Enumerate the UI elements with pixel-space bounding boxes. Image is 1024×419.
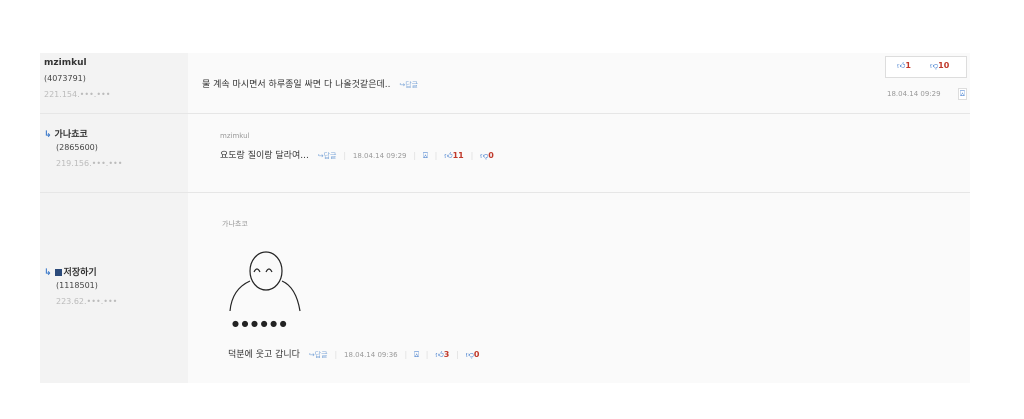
divider: | — [343, 151, 347, 160]
ip-address: 219.156.•••.••• — [56, 159, 123, 168]
ip-address: 221.154.•••.••• — [44, 90, 111, 99]
quoted-author: mzimkul — [220, 132, 250, 140]
downvote-button[interactable]: 👎︎0 — [480, 151, 494, 161]
comment-row: ↳ 가나쵸코 (2865600) 219.156.•••.••• mzimkul … — [40, 114, 970, 192]
upvote-count: 1 — [905, 61, 911, 70]
comment-line: 요도랑 질이랑 달라여... ↪답글 | 18.04.14 09:29 | ⍓ … — [220, 148, 494, 161]
reply-arrow-icon: ↳ — [44, 130, 52, 140]
save-icon — [54, 269, 62, 276]
divider: | — [470, 151, 474, 160]
comment-text: 물 계속 마시면서 하루종일 싸면 다 나올것같은데.. ↪답글 — [202, 77, 418, 90]
user-id: (2865600) — [56, 143, 98, 152]
divider: | — [425, 350, 429, 359]
timestamp: 18.04.14 09:36 — [344, 351, 398, 359]
thumbs-down-icon: 👎︎ — [465, 350, 474, 359]
downvote-button[interactable]: 👎︎0 — [466, 350, 480, 360]
timestamp: 18.04.14 09:29 — [352, 152, 407, 160]
doodle-image — [229, 251, 301, 312]
comment-author-panel: mzimkul (4073791) 221.154.•••.••• — [40, 53, 188, 113]
upvote-count: 11 — [452, 151, 464, 160]
divider: | — [413, 151, 417, 160]
user-id: (4073791) — [44, 74, 86, 83]
reply-arrow-icon: ↳ — [44, 268, 52, 278]
reply-link[interactable]: ↪답글 — [309, 351, 328, 359]
comment-author-panel: ↳ 저장하기 (1118501) 223.62.•••.••• — [40, 193, 188, 383]
comment-text-content: 요도랑 질이랑 달라여... — [220, 151, 309, 161]
reply-link[interactable]: ↪답글 — [318, 152, 337, 160]
downvote-count: 0 — [473, 350, 480, 359]
upvote-count: 3 — [443, 350, 450, 359]
comment-text-content: 물 계속 마시면서 하루종일 싸면 다 나올것같은데.. — [202, 80, 391, 90]
comment-row: ↳ 저장하기 (1118501) 223.62.•••.••• 가나쵸코 ● ● … — [40, 193, 970, 383]
upvote-button[interactable]: 👍︎3 — [435, 350, 449, 360]
nickname[interactable]: mzimkul — [44, 58, 87, 68]
nickname-text: 저장하기 — [63, 268, 97, 278]
nickname-text: 가나쵸코 — [54, 130, 88, 140]
vote-box: 👍︎1 👎︎10 — [885, 56, 967, 78]
ip-address: 223.62.•••.••• — [56, 297, 118, 306]
divider: | — [334, 350, 338, 359]
user-id: (1118501) — [56, 281, 98, 290]
thumbs-up-icon: 👍︎ — [435, 350, 444, 359]
comment-author-panel: ↳ 가나쵸코 (2865600) 219.156.•••.••• — [40, 114, 188, 192]
downvote-button[interactable]: 👎︎10 — [930, 61, 949, 71]
report-icon[interactable]: ⍓ — [423, 151, 428, 161]
nickname[interactable]: ↳ 저장하기 — [44, 265, 97, 278]
downvote-count: 0 — [488, 151, 494, 160]
thumbs-up-icon: 👍︎ — [444, 151, 453, 160]
nickname[interactable]: ↳ 가나쵸코 — [44, 127, 88, 140]
downvote-count: 10 — [938, 61, 950, 70]
divider: | — [434, 151, 438, 160]
comment-body: 가나쵸코 ● ● ● ● ● ● 덕분에 웃고 갑니다 ↪답글 | 18.04.… — [188, 193, 970, 383]
timestamp: 18.04.14 09:29 — [887, 90, 941, 98]
report-icon[interactable]: ⍓ — [414, 350, 419, 360]
comment-text-content: 덕분에 웃고 갑니다 — [228, 350, 300, 360]
comment-row: mzimkul (4073791) 221.154.•••.••• 물 계속 마… — [40, 53, 970, 113]
comment-body: 물 계속 마시면서 하루종일 싸면 다 나올것같은데.. ↪답글 👍︎1 👎︎1… — [188, 53, 970, 113]
comment-body: mzimkul 요도랑 질이랑 달라여... ↪답글 | 18.04.14 09… — [188, 114, 970, 192]
divider: | — [404, 350, 408, 359]
reply-link[interactable]: ↪답글 — [399, 81, 418, 89]
report-icon[interactable]: ⍓ — [958, 88, 967, 100]
upvote-button[interactable]: 👍︎11 — [444, 151, 464, 161]
divider: | — [456, 350, 459, 359]
dots-row: ● ● ● ● ● ● — [232, 319, 287, 328]
comment-line: 덕분에 웃고 갑니다 ↪답글 | 18.04.14 09:36 | ⍓ | 👍︎… — [228, 347, 479, 360]
quoted-author: 가나쵸코 — [222, 220, 248, 228]
thumbs-down-icon: 👎︎ — [930, 61, 939, 70]
upvote-button[interactable]: 👍︎1 — [897, 61, 911, 71]
